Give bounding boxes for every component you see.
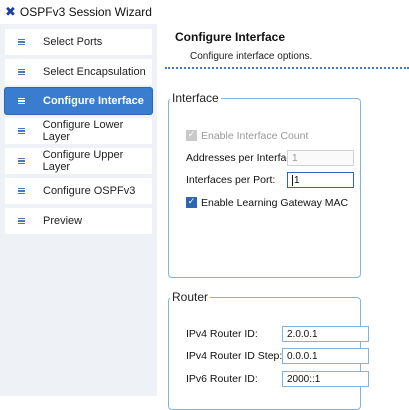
interfaces-per-port-value: 1 bbox=[294, 174, 300, 186]
sidebar-item-label: Configure OSPFv3 bbox=[43, 185, 136, 197]
title-bar: ✖ OSPFv3 Session Wizard bbox=[0, 0, 409, 24]
menu-icon bbox=[5, 38, 43, 46]
ipv4-router-id-step-value: 0.0.0.1 bbox=[287, 350, 318, 362]
wizard-sidebar: Select Ports Select Encapsulation Config… bbox=[0, 24, 157, 396]
sidebar-item-label: Configure Lower Layer bbox=[42, 119, 124, 143]
window-title: OSPFv3 Session Wizard bbox=[19, 5, 152, 19]
sidebar-item-label: Preview bbox=[43, 215, 83, 227]
ipv6-router-id-value: 2000::1 bbox=[287, 373, 321, 385]
menu-icon bbox=[5, 127, 43, 135]
sidebar-item-configure-upper-layer[interactable]: Configure Upper Layer bbox=[5, 148, 152, 174]
text-caret bbox=[292, 174, 293, 186]
menu-icon bbox=[5, 187, 43, 195]
menu-icon bbox=[5, 157, 43, 165]
ipv6-router-id-field[interactable]: 2000::1 bbox=[282, 371, 369, 387]
menu-icon bbox=[5, 97, 43, 105]
menu-icon bbox=[5, 217, 43, 225]
header-divider bbox=[165, 67, 409, 69]
sidebar-item-label: Configure Upper Layer bbox=[42, 149, 124, 173]
interface-group-legend: Interface bbox=[172, 91, 219, 105]
ipv4-router-id-value: 2.0.0.1 bbox=[287, 328, 318, 340]
menu-icon bbox=[5, 68, 43, 76]
sidebar-item-label: Select Ports bbox=[43, 36, 103, 48]
sidebar-item-select-encapsulation[interactable]: Select Encapsulation bbox=[5, 59, 152, 85]
enable-interface-count-checkbox[interactable]: ✓ bbox=[186, 130, 197, 141]
interfaces-per-port-label: Interfaces per Port: bbox=[186, 174, 276, 186]
ipv4-router-id-step-field[interactable]: 0.0.0.1 bbox=[282, 348, 369, 364]
sidebar-item-label: Select Encapsulation bbox=[43, 66, 146, 78]
interfaces-per-port-field[interactable]: 1 bbox=[287, 172, 354, 188]
ipv4-router-id-step-label: IPv4 Router ID Step: bbox=[186, 350, 283, 362]
ipv6-router-id-label: IPv6 Router ID: bbox=[186, 373, 258, 385]
page-title: Configure Interface bbox=[175, 30, 286, 44]
addresses-per-interface-field[interactable]: 1 bbox=[287, 150, 354, 166]
ipv4-router-id-label: IPv4 Router ID: bbox=[186, 328, 258, 340]
sidebar-item-configure-lower-layer[interactable]: Configure Lower Layer bbox=[5, 118, 152, 144]
addresses-per-interface-value: 1 bbox=[292, 152, 298, 164]
enable-learning-gateway-mac-checkbox[interactable]: ✓ bbox=[186, 197, 197, 208]
ipv4-router-id-field[interactable]: 2.0.0.1 bbox=[282, 326, 369, 342]
addresses-per-interface-label: Addresses per Interface: bbox=[186, 152, 301, 164]
sidebar-item-preview[interactable]: Preview bbox=[5, 208, 152, 234]
sidebar-item-configure-ospfv3[interactable]: Configure OSPFv3 bbox=[5, 178, 152, 204]
router-group-legend: Router bbox=[172, 290, 209, 304]
page-subtitle: Configure interface options. bbox=[190, 51, 313, 62]
sidebar-item-configure-interface[interactable]: Configure Interface bbox=[5, 88, 152, 114]
sidebar-item-select-ports[interactable]: Select Ports bbox=[5, 29, 152, 55]
sidebar-item-label: Configure Interface bbox=[43, 95, 144, 107]
enable-interface-count-label: Enable Interface Count bbox=[201, 130, 309, 142]
x-logo-icon: ✖ bbox=[5, 4, 16, 20]
enable-learning-gateway-mac-label: Enable Learning Gateway MAC bbox=[201, 197, 349, 209]
